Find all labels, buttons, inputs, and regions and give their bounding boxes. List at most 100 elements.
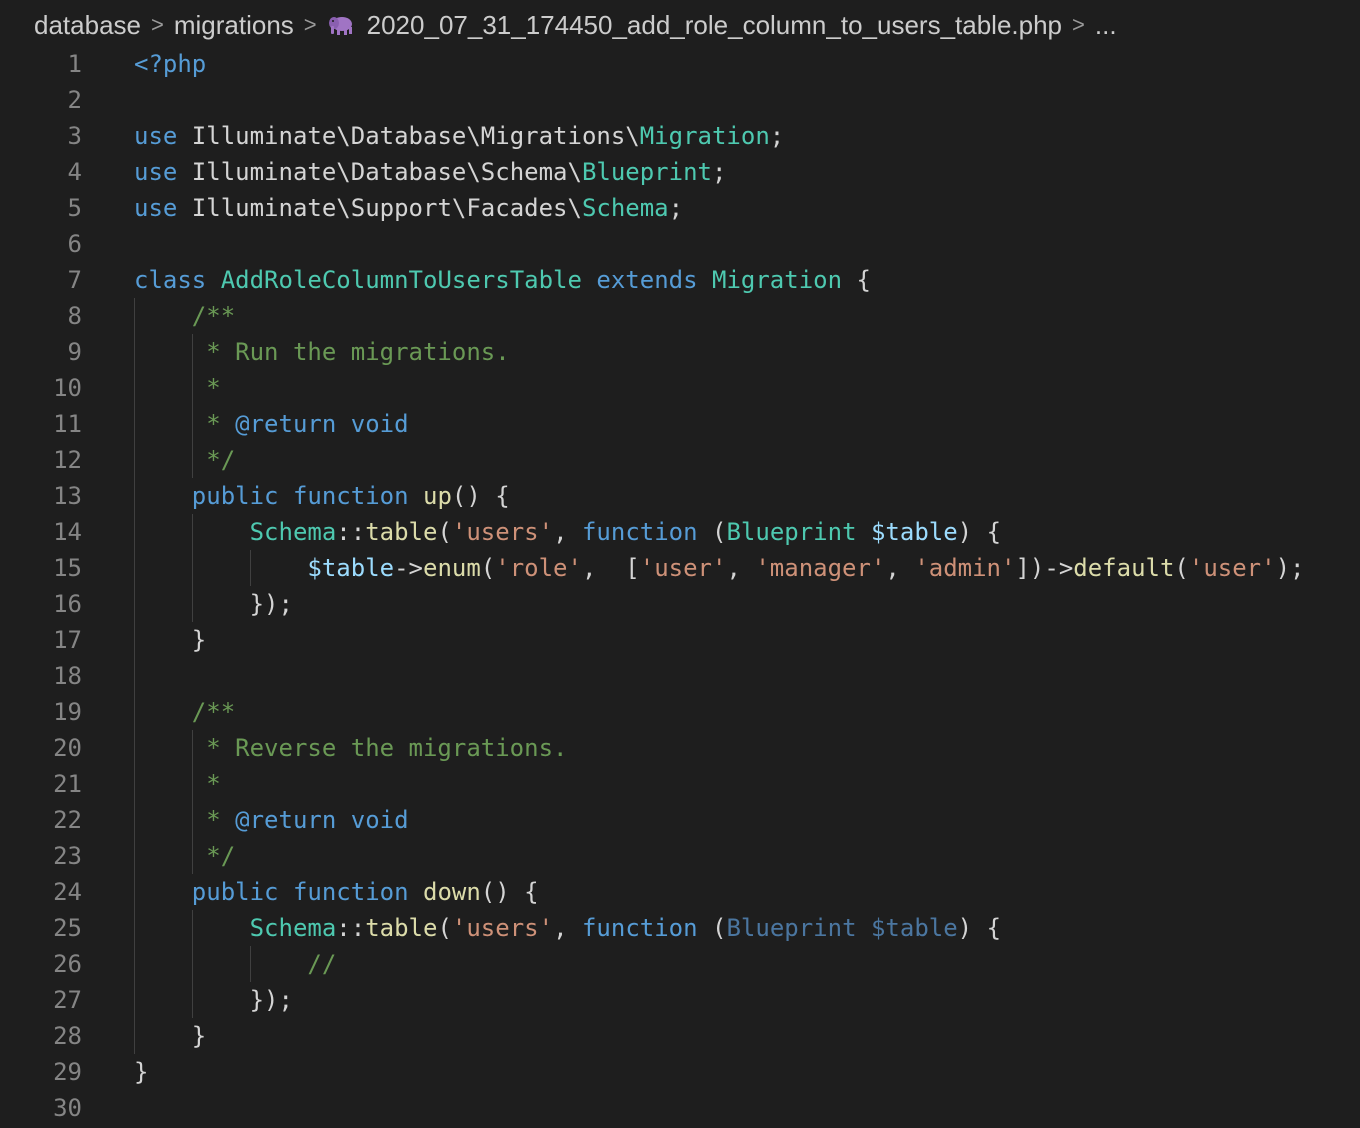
code-line[interactable]: 5 use Illuminate\Support\Facades\Schema;: [0, 190, 1360, 226]
code-line[interactable]: 28 }: [0, 1018, 1360, 1054]
code-token: }: [134, 626, 207, 654]
code-token: public: [191, 482, 279, 510]
line-code: */: [134, 838, 235, 874]
code-editor[interactable]: 1 <?php 2 3 use Illuminate\Database\Migratio…: [0, 46, 1360, 1128]
code-token: Illuminate\Support\Facades\: [177, 194, 582, 222]
code-line[interactable]: 18: [0, 658, 1360, 694]
line-number: 25: [53, 914, 82, 942]
code-line[interactable]: 9 * Run the migrations.: [0, 334, 1360, 370]
indent-guide: [191, 910, 193, 1018]
code-line[interactable]: 6: [0, 226, 1360, 262]
code-line[interactable]: 11 * @return void: [0, 406, 1360, 442]
code-line[interactable]: 2: [0, 82, 1360, 118]
code-line[interactable]: 20 * Reverse the migrations.: [0, 730, 1360, 766]
code-token: *: [191, 806, 236, 834]
code-line[interactable]: 3 use Illuminate\Database\Migrations\Migr…: [0, 118, 1360, 154]
code-line[interactable]: 13 public function up() {: [0, 478, 1360, 514]
code-token: ) {: [957, 518, 1002, 546]
line-number: 22: [53, 806, 82, 834]
breadcrumb-more[interactable]: ...: [1095, 10, 1117, 41]
breadcrumb: database > migrations > 2020_07_31_17445…: [0, 0, 1360, 50]
code-token: });: [134, 590, 293, 618]
line-code: * @return void: [134, 802, 408, 838]
code-line[interactable]: 4 use Illuminate\Database\Schema\Blueprin…: [0, 154, 1360, 190]
chevron-right-icon: >: [1072, 12, 1085, 37]
line-code: * @return void: [134, 406, 408, 442]
code-line[interactable]: 25 Schema::table('users', function (Blue…: [0, 910, 1360, 946]
code-line[interactable]: 22 * @return void: [0, 802, 1360, 838]
breadcrumb-item-file[interactable]: 2020_07_31_174450_add_role_column_to_use…: [367, 10, 1062, 41]
code-token: ,: [553, 518, 582, 546]
breadcrumb-item-migrations[interactable]: migrations: [174, 10, 294, 41]
code-line[interactable]: 12 */: [0, 442, 1360, 478]
line-code: * Run the migrations.: [134, 334, 510, 370]
line-number: 19: [53, 698, 82, 726]
code-token: *: [191, 410, 236, 438]
code-line[interactable]: 15 $table->enum('role', ['user', 'manage…: [0, 550, 1360, 586]
code-line[interactable]: 14 Schema::table('users', function (Blue…: [0, 514, 1360, 550]
line-number: 13: [53, 482, 82, 510]
line-number: 14: [53, 518, 82, 546]
code-token: {: [842, 266, 871, 294]
code-token: ,: [726, 554, 756, 582]
code-token: class: [134, 266, 207, 294]
code-token: () {: [480, 878, 539, 906]
code-token: table: [365, 914, 438, 942]
code-line[interactable]: 24 public function down() {: [0, 874, 1360, 910]
code-line[interactable]: 10 *: [0, 370, 1360, 406]
code-line[interactable]: 7 class AddRoleColumnToUsersTable extends…: [0, 262, 1360, 298]
code-line[interactable]: 27 });: [0, 982, 1360, 1018]
line-number: 20: [53, 734, 82, 762]
code-token: table: [365, 518, 438, 546]
line-code: Schema::table('users', function (Bluepri…: [134, 910, 1001, 946]
code-token: });: [134, 986, 293, 1014]
code-token: function: [581, 914, 698, 942]
code-token: ->: [394, 554, 423, 582]
line-number: 15: [53, 554, 82, 582]
code-line[interactable]: 17 }: [0, 622, 1360, 658]
line-number: 27: [53, 986, 82, 1014]
code-token: 'users': [451, 518, 554, 546]
code-token: (: [437, 914, 452, 942]
code-token: ::: [336, 914, 366, 942]
code-line[interactable]: 21 *: [0, 766, 1360, 802]
code-token: $table: [307, 554, 395, 582]
code-line[interactable]: 8 /**: [0, 298, 1360, 334]
line-number: 16: [53, 590, 82, 618]
line-number: 17: [53, 626, 82, 654]
line-number: 10: [53, 374, 82, 402]
code-line[interactable]: 16 });: [0, 586, 1360, 622]
line-number: 30: [53, 1094, 82, 1122]
code-token: default: [1073, 554, 1175, 582]
code-token: $table: [870, 518, 958, 546]
code-line[interactable]: 19 /**: [0, 694, 1360, 730]
line-code: Schema::table('users', function (Bluepri…: [134, 514, 1001, 550]
code-token: enum: [423, 554, 481, 582]
line-code: /**: [134, 694, 235, 730]
code-line[interactable]: 23 */: [0, 838, 1360, 874]
line-number: 4: [67, 158, 82, 186]
line-code: */: [134, 442, 235, 478]
code-token: /**: [191, 698, 236, 726]
code-line[interactable]: 26 //: [0, 946, 1360, 982]
code-line[interactable]: 29}: [0, 1054, 1360, 1090]
code-token: ])->: [1015, 554, 1074, 582]
breadcrumb-item-database[interactable]: database: [34, 10, 141, 41]
code-token: public: [191, 878, 279, 906]
line-code: $table->enum('role', ['user', 'manager',…: [134, 550, 1304, 586]
code-token: Illuminate\Database\Schema\: [177, 158, 582, 186]
code-line[interactable]: 30: [0, 1090, 1360, 1126]
line-code: }: [134, 1018, 206, 1054]
line-number: 7: [67, 266, 82, 294]
code-token: * Run the migrations.: [191, 338, 510, 366]
code-line[interactable]: 1 <?php: [0, 46, 1360, 82]
code-token: Blueprint: [581, 158, 712, 186]
line-code: class AddRoleColumnToUsersTable extends …: [134, 262, 871, 298]
